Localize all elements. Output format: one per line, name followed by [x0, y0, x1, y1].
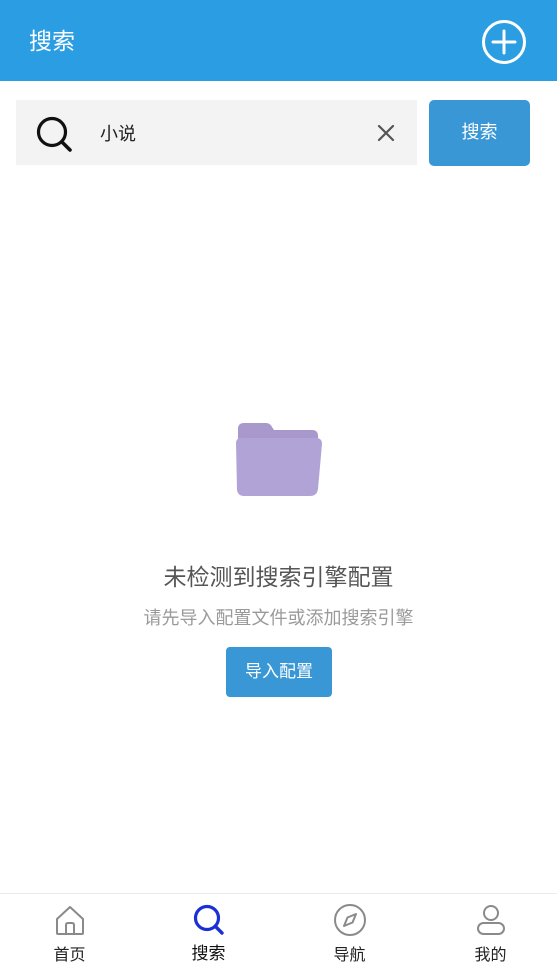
- import-config-button[interactable]: 导入配置: [226, 647, 332, 697]
- search-icon: [193, 904, 224, 935]
- folder-icon: [236, 423, 322, 496]
- tab-search[interactable]: 搜索: [139, 894, 278, 970]
- search-icon: [36, 116, 72, 152]
- tab-label: 导航: [333, 945, 366, 964]
- close-icon[interactable]: [375, 122, 397, 144]
- page-title: 搜索: [29, 29, 75, 55]
- home-icon: [56, 906, 84, 935]
- search-input[interactable]: [100, 115, 350, 151]
- search-button[interactable]: 搜索: [429, 100, 530, 166]
- tab-navigation[interactable]: 导航: [280, 894, 419, 970]
- bottom-tab-bar: 首页 搜索 导航 我的: [0, 893, 557, 969]
- compass-icon: [334, 904, 366, 936]
- user-icon: [477, 905, 505, 935]
- tab-label: 首页: [53, 945, 86, 964]
- tab-label: 我的: [474, 945, 507, 964]
- tab-label: 搜索: [191, 944, 226, 964]
- empty-state-description: 请先导入配置文件或添加搜索引擎: [143, 608, 414, 629]
- app-header: 搜索: [0, 0, 557, 81]
- empty-state-title: 未检测到搜索引擎配置: [163, 565, 394, 591]
- tab-profile[interactable]: 我的: [421, 894, 557, 970]
- plus-circle-icon: [482, 20, 526, 64]
- add-button[interactable]: [481, 19, 527, 65]
- tab-home[interactable]: 首页: [0, 894, 139, 970]
